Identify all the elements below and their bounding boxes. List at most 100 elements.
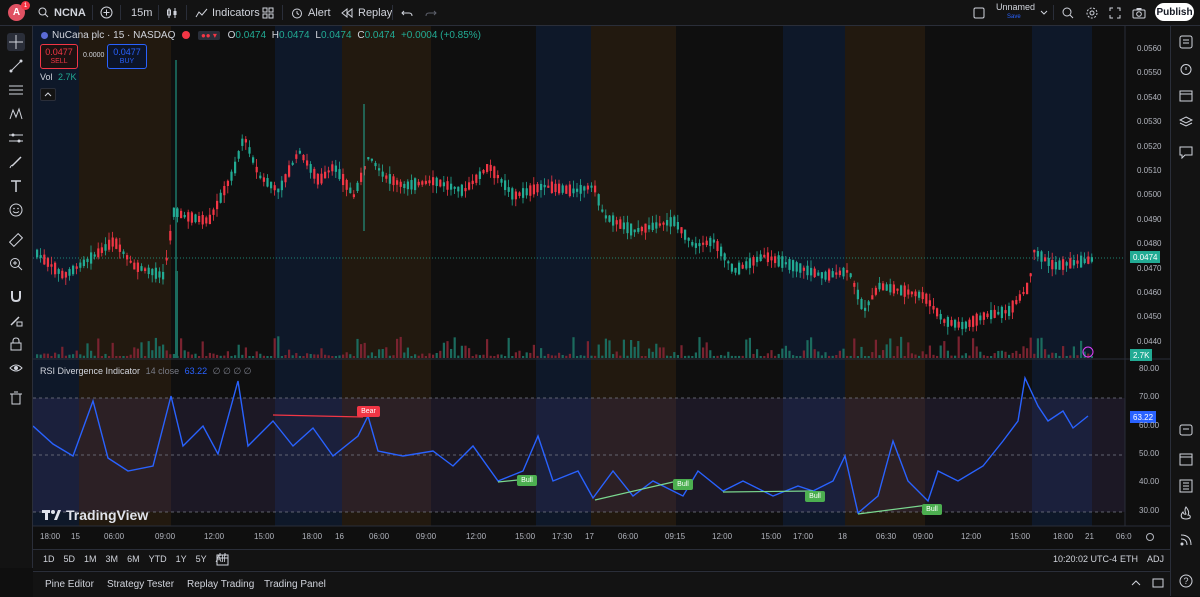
crosshair-tool[interactable] bbox=[7, 33, 25, 51]
range-button[interactable]: 1Y bbox=[176, 554, 187, 564]
timezone-button[interactable]: 10:20:02 UTC-4 bbox=[1053, 554, 1117, 564]
candle-body bbox=[936, 308, 939, 317]
indicators-button[interactable]: Indicators bbox=[195, 0, 260, 25]
candle-body bbox=[853, 282, 856, 287]
volume-bar bbox=[90, 350, 93, 358]
volume-bar bbox=[975, 346, 978, 358]
calendar-button[interactable] bbox=[1177, 450, 1195, 468]
templates-button[interactable] bbox=[262, 0, 274, 25]
news-icon bbox=[1179, 479, 1193, 493]
range-button[interactable]: 6M bbox=[127, 554, 140, 564]
layout-name[interactable]: Unnamed bbox=[996, 2, 1035, 12]
range-button[interactable]: 3M bbox=[106, 554, 119, 564]
candle-body bbox=[435, 177, 438, 187]
volume-bar bbox=[428, 353, 431, 358]
chart-type-button[interactable] bbox=[166, 0, 178, 25]
range-button[interactable]: 1M bbox=[84, 554, 97, 564]
text-tool[interactable] bbox=[7, 177, 25, 195]
lock-drawings-tool[interactable] bbox=[7, 311, 25, 329]
data-window-button[interactable] bbox=[1177, 87, 1195, 105]
volume-bar bbox=[579, 355, 582, 358]
top-toolbar: A 1 NCNA 15m Indicators Alert Replay Unn… bbox=[0, 0, 1200, 26]
collapse-legend-button[interactable] bbox=[40, 88, 56, 101]
emoji-tool[interactable] bbox=[7, 201, 25, 219]
zoom-tool[interactable] bbox=[7, 255, 25, 273]
magnet-tool[interactable] bbox=[7, 287, 25, 305]
symbol-search[interactable]: NCNA bbox=[38, 0, 86, 25]
range-button[interactable]: 5D bbox=[64, 554, 76, 564]
price-tick: 0.0550 bbox=[1137, 68, 1162, 78]
maximize-panel-button[interactable] bbox=[1152, 578, 1164, 591]
candle-body bbox=[61, 270, 64, 279]
streams-button[interactable] bbox=[1177, 531, 1195, 549]
ruler-tool[interactable] bbox=[7, 231, 25, 249]
symbol-label: NCNA bbox=[54, 6, 86, 19]
chart-area[interactable] bbox=[33, 26, 1170, 549]
publish-button[interactable]: Publish bbox=[1155, 3, 1194, 21]
ideas-button[interactable] bbox=[1177, 421, 1195, 439]
session-button[interactable]: ETH bbox=[1120, 554, 1138, 564]
high-value: 0.0474 bbox=[279, 30, 310, 41]
candle-body bbox=[921, 292, 924, 300]
alert-button[interactable]: Alert bbox=[291, 0, 331, 25]
settings-button[interactable] bbox=[1086, 0, 1098, 25]
volume-bar bbox=[943, 341, 946, 358]
candle-body bbox=[432, 177, 435, 186]
volume-bar bbox=[180, 338, 183, 358]
adjust-button[interactable]: ADJ bbox=[1147, 554, 1164, 564]
hotlist-button[interactable] bbox=[1177, 504, 1195, 522]
layout-checkbox[interactable] bbox=[973, 0, 985, 25]
remove-drawings-tool[interactable] bbox=[7, 389, 25, 407]
range-button[interactable]: 1D bbox=[43, 554, 55, 564]
brush-tool[interactable] bbox=[7, 153, 25, 171]
volume-bar bbox=[554, 355, 557, 358]
candle-body bbox=[525, 188, 528, 196]
legend-options-button[interactable]: ●● ▾ bbox=[197, 31, 220, 40]
lock-tool[interactable] bbox=[7, 335, 25, 353]
chevron-up-icon bbox=[44, 92, 52, 97]
watchlist-button[interactable] bbox=[1177, 33, 1195, 51]
chat-button[interactable] bbox=[1177, 143, 1195, 161]
quick-search-button[interactable] bbox=[1062, 0, 1074, 25]
volume-bar bbox=[1008, 354, 1011, 358]
tab-strategy-tester[interactable]: Strategy Tester bbox=[107, 579, 174, 590]
undo-button[interactable] bbox=[401, 0, 413, 25]
layout-menu[interactable] bbox=[1040, 0, 1048, 25]
news-button[interactable] bbox=[1177, 477, 1195, 495]
snapshot-button[interactable] bbox=[1132, 0, 1146, 25]
forecast-tool[interactable] bbox=[7, 129, 25, 147]
collapse-panel-button[interactable] bbox=[1130, 578, 1142, 591]
divider bbox=[92, 5, 93, 20]
candle-body bbox=[727, 261, 730, 264]
volume-bar bbox=[954, 355, 957, 358]
volume-bar bbox=[223, 355, 226, 358]
volume-bar bbox=[72, 354, 75, 358]
help-button[interactable]: ? bbox=[1177, 572, 1195, 590]
trend-line-tool[interactable] bbox=[7, 57, 25, 75]
tab-trading-panel[interactable]: Trading Panel bbox=[264, 579, 326, 590]
tab-replay-trading[interactable]: Replay Trading bbox=[187, 579, 254, 590]
tab-pine-editor[interactable]: Pine Editor bbox=[45, 579, 94, 590]
volume-bar bbox=[309, 353, 312, 358]
compare-button[interactable] bbox=[100, 0, 113, 25]
interval-button[interactable]: 15m bbox=[131, 0, 152, 25]
volume-bar bbox=[586, 341, 589, 358]
sell-button[interactable]: 0.0477 SELL bbox=[40, 44, 78, 69]
range-button[interactable]: 5Y bbox=[196, 554, 207, 564]
volume-bar bbox=[824, 352, 827, 358]
visibility-tool[interactable] bbox=[7, 359, 25, 377]
goto-date-button[interactable] bbox=[216, 553, 230, 569]
tradingview-watermark[interactable]: TradingView bbox=[42, 507, 148, 523]
alerts-button[interactable] bbox=[1177, 60, 1195, 78]
replay-button[interactable]: Replay bbox=[341, 0, 392, 25]
pattern-tool[interactable] bbox=[7, 105, 25, 123]
candle-body bbox=[367, 157, 370, 160]
redo-button[interactable] bbox=[425, 0, 437, 25]
volume-bar bbox=[183, 350, 186, 358]
price-tick: 0.0510 bbox=[1137, 166, 1162, 175]
fib-tool[interactable] bbox=[7, 81, 25, 99]
buy-button[interactable]: 0.0477 BUY bbox=[107, 44, 147, 69]
range-button[interactable]: YTD bbox=[149, 554, 167, 564]
object-tree-button[interactable] bbox=[1177, 114, 1195, 132]
fullscreen-button[interactable] bbox=[1109, 0, 1121, 25]
